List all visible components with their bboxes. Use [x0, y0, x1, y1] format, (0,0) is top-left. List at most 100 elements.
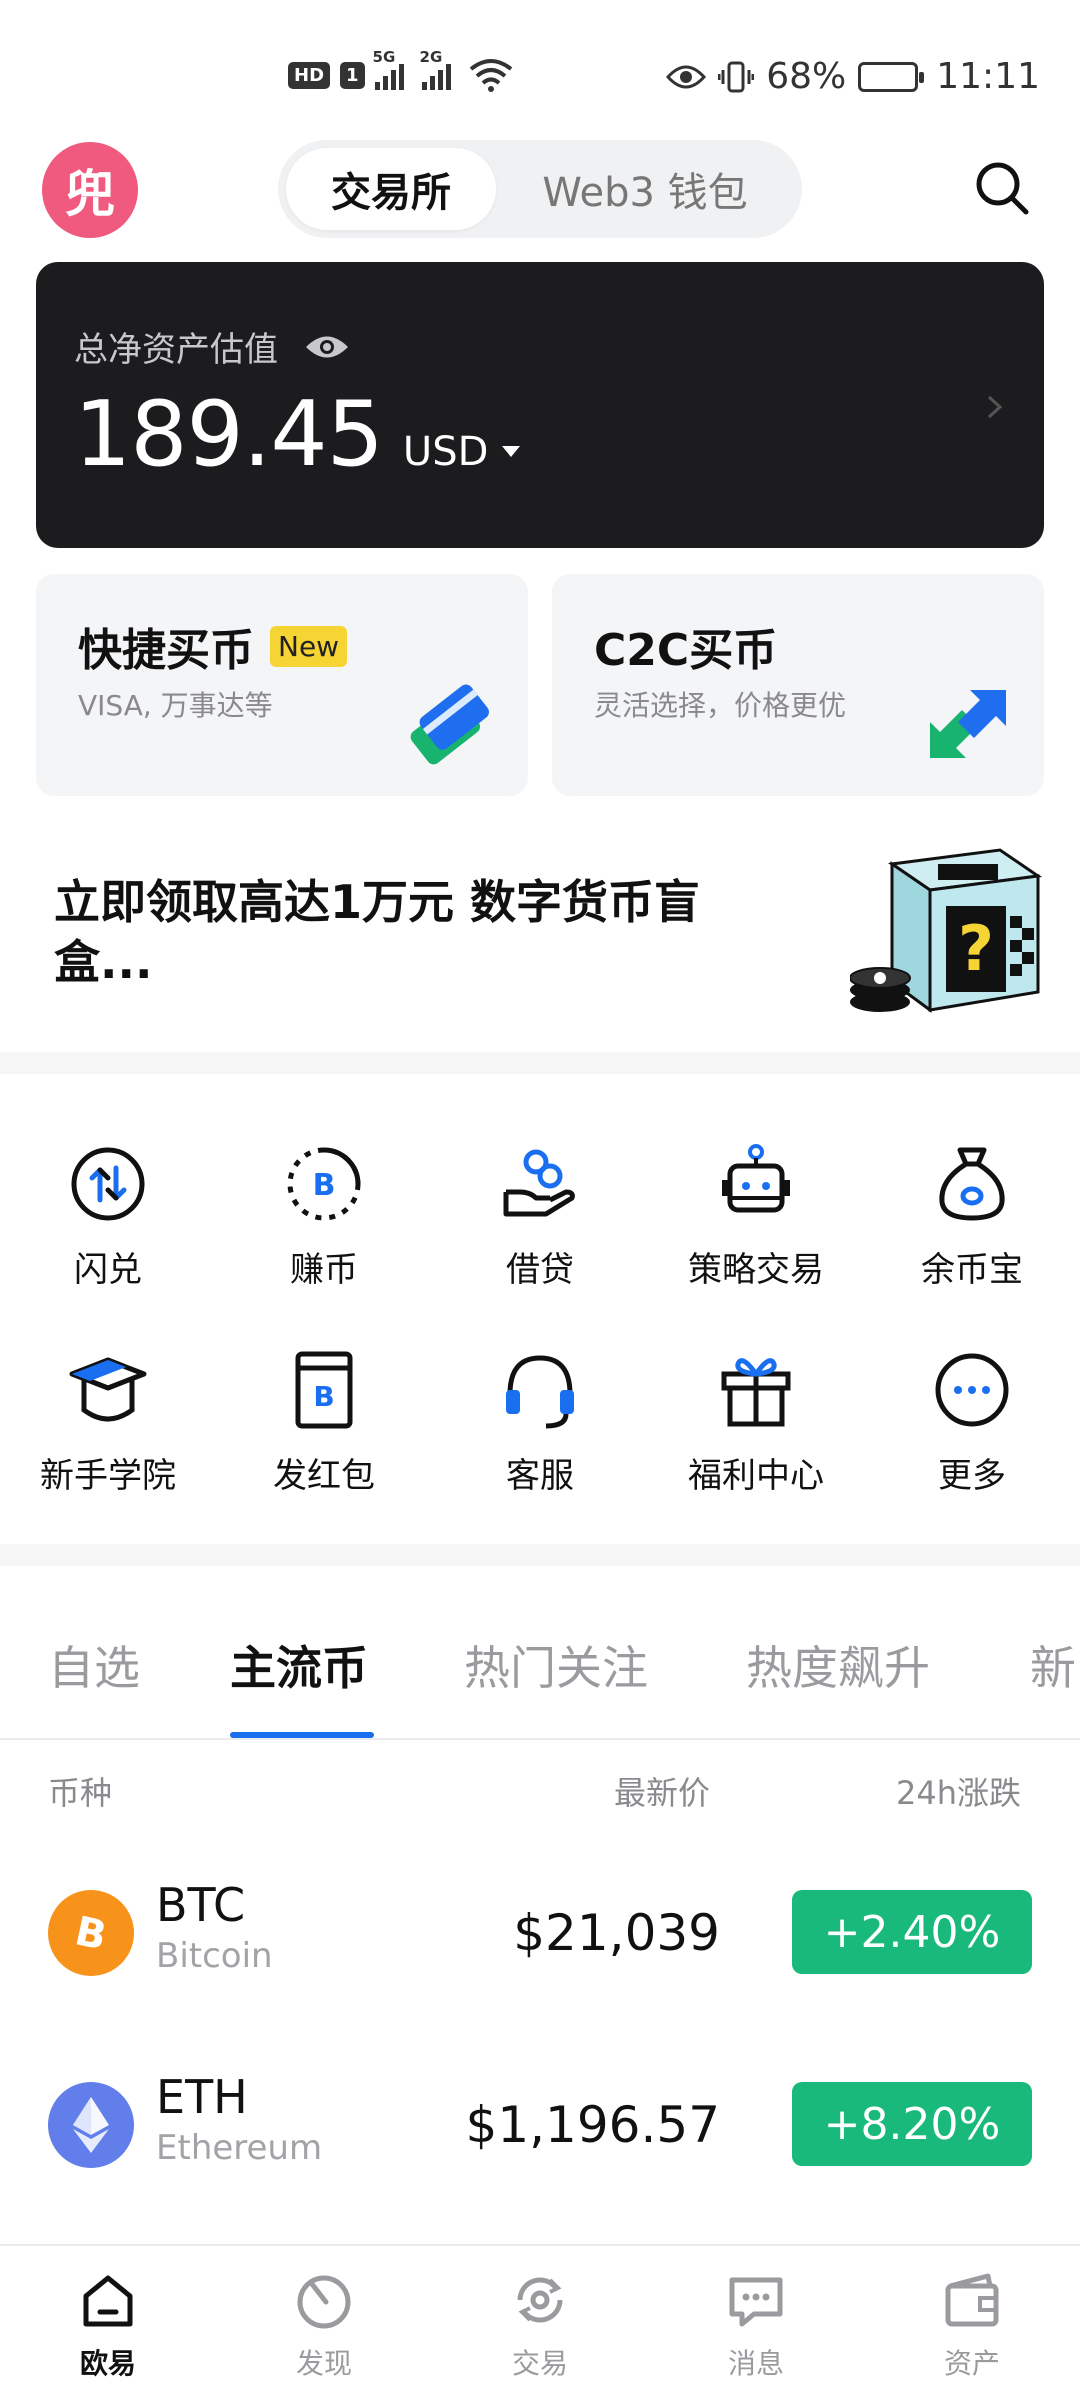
grid-item-rewards[interactable]: 福利中心 — [648, 1350, 864, 1497]
grid-item-academy[interactable]: 新手学院 — [0, 1350, 216, 1497]
table-row[interactable]: B BTC Bitcoin $21,039 +2.40% — [0, 1860, 1080, 2010]
status-left: HD 1 5G 2G — [288, 48, 513, 92]
tab-web3-wallet[interactable]: Web3 钱包 — [496, 148, 794, 230]
grid-item-earn[interactable]: B 赚币 — [216, 1144, 432, 1291]
status-right: 68% 11:11 — [666, 56, 1040, 97]
market-tab-hot[interactable]: 热门关注 — [464, 1632, 648, 1698]
nav-label-messages: 消息 — [727, 2347, 784, 2380]
signal-5g-icon: 5G — [373, 48, 404, 90]
more-icon — [935, 1353, 1009, 1427]
currency-label: USD — [402, 429, 489, 475]
btc-icon: B — [48, 1890, 134, 1976]
grid-label-savings: 余币宝 — [921, 1250, 1023, 1290]
market-tab-trending[interactable]: 热度飙升 — [746, 1632, 930, 1698]
quick-buy-subtitle: VISA, 万事达等 — [78, 689, 273, 722]
quick-buy-card[interactable]: 快捷买币 New VISA, 万事达等 — [36, 574, 528, 796]
nav-item-discover[interactable]: 发现 — [216, 2270, 432, 2382]
nav-label-assets: 资产 — [943, 2347, 1000, 2380]
svg-text:B: B — [71, 1908, 110, 1959]
tab-exchange[interactable]: 交易所 — [286, 148, 496, 230]
grid-label-red-packet: 发红包 — [273, 1456, 375, 1496]
grid-item-loan[interactable]: 借贷 — [432, 1144, 648, 1291]
coin-change[interactable]: +8.20% — [792, 2082, 1032, 2166]
grid-label-loan: 借贷 — [506, 1250, 574, 1290]
grid-label-support: 客服 — [506, 1456, 574, 1496]
mode-switcher: 交易所 Web3 钱包 — [278, 140, 802, 238]
headset-icon — [506, 1355, 574, 1429]
coin-change[interactable]: +2.40% — [792, 1890, 1032, 1974]
caret-down-icon — [502, 446, 521, 457]
table-row[interactable]: ETH Ethereum $1,196.57 +8.20% — [0, 2052, 1080, 2202]
quick-buy-title: 快捷买币 — [78, 625, 254, 676]
credit-card-icon — [410, 684, 489, 765]
bottom-nav: 欧易 发现 交易 消息 资产 — [0, 2244, 1080, 2400]
grid-label-earn: 赚币 — [290, 1250, 358, 1290]
home-icon — [83, 2275, 133, 2327]
vibrate-icon — [718, 61, 755, 92]
tab-divider — [0, 1738, 1080, 1740]
loan-icon — [503, 1149, 575, 1217]
grid-item-support[interactable]: 客服 — [432, 1350, 648, 1497]
money-bag-icon — [939, 1147, 1005, 1221]
asset-amount-row: 189.45 USD — [74, 382, 521, 487]
market-tab-new[interactable]: 新 — [1030, 1632, 1076, 1698]
promo-text[interactable]: 立即领取高达1万元 数字货币盲盒... — [54, 872, 774, 992]
section-divider — [0, 1544, 1080, 1566]
svg-text:B: B — [313, 1168, 336, 1203]
battery-percent: 68% — [766, 56, 847, 97]
eth-icon — [48, 2082, 134, 2168]
grid-item-red-packet[interactable]: B 发红包 — [216, 1350, 432, 1497]
eye-toggle-icon[interactable] — [304, 332, 350, 362]
signal-2g-icon: 2G — [420, 48, 451, 90]
clock: 11:11 — [936, 56, 1040, 97]
column-header-price: 最新价 — [614, 1774, 711, 1812]
asset-card[interactable]: 总净资产估值 189.45 USD — [36, 262, 1044, 548]
swap-icon — [71, 1147, 145, 1221]
svg-text:?: ? — [958, 912, 994, 985]
robot-icon — [722, 1144, 790, 1213]
grid-label-swap: 闪兑 — [74, 1250, 142, 1290]
coin-symbol: ETH — [156, 2070, 248, 2124]
wifi-icon — [469, 59, 512, 92]
nav-item-trade[interactable]: 交易 — [432, 2270, 648, 2382]
nav-label-home: 欧易 — [79, 2347, 136, 2380]
column-header-coin: 币种 — [48, 1774, 113, 1812]
status-bar: HD 1 5G 2G 68% 11:11 — [0, 0, 1080, 120]
trade-icon — [517, 2277, 563, 2323]
sim-badge: 1 — [340, 61, 365, 89]
nav-item-assets[interactable]: 资产 — [864, 2270, 1080, 2382]
grid-item-swap[interactable]: 闪兑 — [0, 1144, 216, 1291]
grid-label-academy: 新手学院 — [40, 1456, 176, 1496]
net-label-1: 5G — [372, 48, 396, 66]
coin-price: $1,196.57 — [465, 2096, 720, 2154]
grid-label-rewards: 福利中心 — [688, 1456, 824, 1496]
coin-name: Bitcoin — [156, 1936, 273, 1976]
grid-item-savings[interactable]: 余币宝 — [864, 1144, 1080, 1291]
avatar[interactable]: 兜 — [42, 142, 138, 238]
quick-buy-title-row: 快捷买币 New — [78, 614, 348, 678]
grid-item-strategy[interactable]: 策略交易 — [648, 1144, 864, 1291]
c2c-buy-card[interactable]: C2C买币 灵活选择，价格更优 — [552, 574, 1044, 796]
nav-item-messages[interactable]: 消息 — [648, 2270, 864, 2382]
new-badge: New — [270, 625, 348, 667]
hd-badge: HD — [288, 61, 331, 89]
grid-item-more[interactable]: 更多 — [864, 1350, 1080, 1497]
nav-label-discover: 发现 — [295, 2347, 352, 2380]
earn-icon: B — [287, 1147, 361, 1221]
market-tab-major[interactable]: 主流币 — [230, 1632, 368, 1698]
nav-item-home[interactable]: 欧易 — [0, 2270, 216, 2382]
coin-name: Ethereum — [156, 2128, 323, 2168]
search-icon[interactable] — [972, 158, 1032, 218]
grid-label-more: 更多 — [938, 1456, 1006, 1496]
column-header-change: 24h涨跌 — [896, 1774, 1022, 1812]
market-tab-watchlist[interactable]: 自选 — [48, 1632, 140, 1698]
gift-icon — [721, 1358, 791, 1427]
net-label-2: 2G — [419, 48, 443, 66]
svg-text:B: B — [313, 1380, 334, 1413]
section-divider — [0, 1052, 1080, 1074]
coin-price: $21,039 — [513, 1904, 720, 1962]
grid-label-strategy: 策略交易 — [688, 1250, 824, 1290]
mystery-box-icon[interactable]: ? — [850, 842, 1046, 1014]
exchange-arrows-icon — [930, 690, 1006, 758]
currency-selector[interactable]: USD — [402, 429, 521, 475]
